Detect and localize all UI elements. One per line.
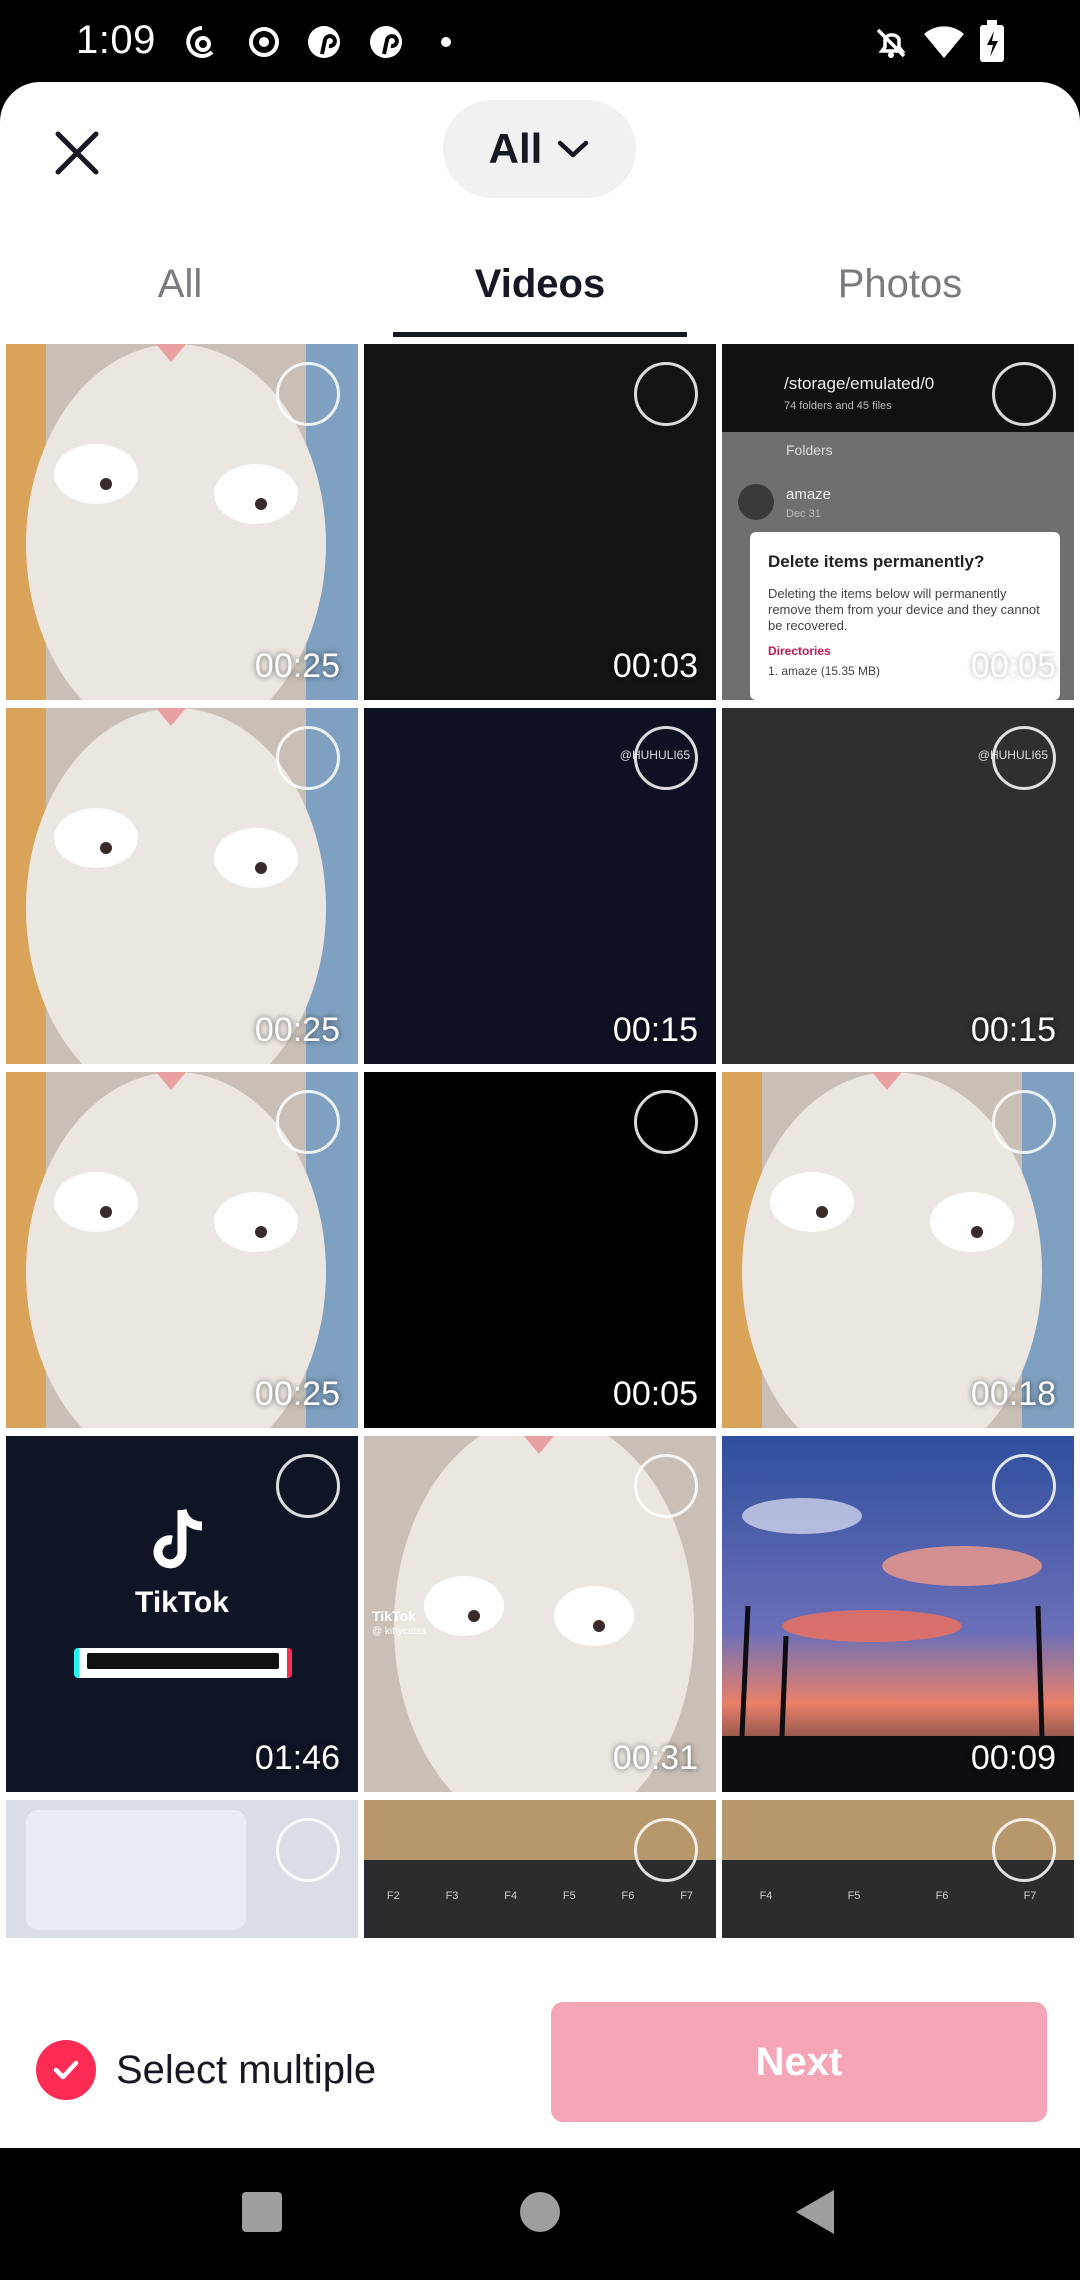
battery-charging-icon [980, 20, 1004, 62]
key-label: F6 [621, 1890, 635, 1902]
video-thumbnail[interactable]: 00:03 [364, 344, 716, 700]
dot-icon [441, 37, 451, 47]
select-circle[interactable] [276, 726, 340, 790]
video-thumbnail[interactable]: 00:09 [722, 1436, 1074, 1792]
video-duration: 00:15 [612, 1011, 698, 1049]
pinterest-icon [308, 26, 340, 58]
select-circle[interactable] [276, 1090, 340, 1154]
video-thumbnail[interactable]: @HUHULI65 00:15 [722, 708, 1074, 1064]
select-circle[interactable] [276, 362, 340, 426]
recents-icon[interactable] [240, 2190, 284, 2234]
key-label: F7 [1023, 1890, 1037, 1902]
video-thumbnail[interactable]: /storage/emulated/0 74 folders and 45 fi… [722, 344, 1074, 700]
check-icon [53, 2060, 79, 2080]
video-thumbnail[interactable]: 00:25 [6, 708, 358, 1064]
video-duration: 00:25 [254, 1011, 340, 1049]
select-multiple-label[interactable]: Select multiple [116, 2048, 376, 2093]
tab-all[interactable]: All [0, 232, 360, 336]
screenshot-dialog-body: Deleting the items below will permanentl… [768, 586, 1040, 633]
video-thumbnail[interactable]: TikTok @ kittycatss 00:31 [364, 1436, 716, 1792]
home-icon[interactable] [518, 2190, 562, 2234]
video-duration: 00:25 [254, 647, 340, 685]
key-label: F6 [935, 1890, 949, 1902]
select-circle[interactable] [992, 1818, 1056, 1882]
video-thumbnail[interactable]: TikTok 01:46 [6, 1436, 358, 1792]
bell-off-icon [876, 28, 906, 58]
video-duration: 00:03 [612, 647, 698, 685]
video-duration: 00:15 [970, 1011, 1056, 1049]
next-button[interactable]: Next [551, 2002, 1047, 2122]
video-duration: 00:31 [612, 1739, 698, 1777]
key-label: F4 [759, 1890, 773, 1902]
select-circle[interactable] [276, 1818, 340, 1882]
select-circle[interactable] [992, 362, 1056, 426]
record-icon [249, 27, 279, 57]
video-duration: 00:25 [254, 1375, 340, 1413]
video-duration: 00:09 [970, 1739, 1056, 1777]
key-label: F2 [386, 1890, 400, 1902]
screenshot-dialog-title: Delete items permanently? [768, 552, 985, 571]
screenshot-folder-name: amaze [786, 486, 832, 503]
pinterest-icon [370, 26, 402, 58]
select-circle[interactable] [634, 1454, 698, 1518]
video-duration: 00:05 [970, 647, 1056, 685]
active-tab-indicator [393, 332, 687, 337]
video-thumbnail[interactable]: F4 F5 F6 F7 [722, 1800, 1074, 1938]
select-circle[interactable] [634, 362, 698, 426]
video-thumbnail[interactable] [6, 1800, 358, 1938]
select-circle[interactable] [634, 1090, 698, 1154]
key-label: F5 [847, 1890, 861, 1902]
tab-videos[interactable]: Videos [360, 232, 720, 336]
key-label: F4 [504, 1890, 518, 1902]
status-bar: 1:09 [0, 0, 1080, 84]
tiktok-handle: @ kittycatss [372, 1626, 427, 1637]
chevron-down-icon [558, 140, 589, 158]
video-duration: 00:18 [970, 1375, 1056, 1413]
key-label: F7 [680, 1890, 694, 1902]
key-label: F3 [445, 1890, 459, 1902]
tab-photos[interactable]: Photos [720, 232, 1080, 336]
select-circle[interactable] [992, 1454, 1056, 1518]
threads-icon [186, 26, 214, 58]
video-duration: 01:46 [254, 1739, 340, 1777]
media-picker-sheet: All All Videos Photos 00:25 00:03 /stora… [0, 82, 1080, 2148]
video-thumbnail[interactable]: @HUHULI65 00:15 [364, 708, 716, 1064]
select-circle[interactable] [634, 726, 698, 790]
select-circle[interactable] [992, 1090, 1056, 1154]
video-thumbnail[interactable]: 00:18 [722, 1072, 1074, 1428]
video-thumbnail[interactable]: 00:25 [6, 1072, 358, 1428]
media-type-tabs: All Videos Photos [0, 232, 1080, 337]
status-time: 1:09 [76, 18, 156, 62]
key-label: F5 [562, 1890, 576, 1902]
back-icon[interactable] [794, 2188, 836, 2236]
album-selector-label: All [488, 125, 543, 172]
screenshot-folders: Folders [786, 442, 833, 458]
screenshot-count: 74 folders and 45 files [784, 400, 892, 412]
video-duration: 00:05 [612, 1375, 698, 1413]
screenshot-folder-date: Dec 31 [786, 508, 821, 520]
select-circle[interactable] [634, 1818, 698, 1882]
video-thumbnail[interactable]: F2 F3 F4 F5 F6 F7 [364, 1800, 716, 1938]
select-multiple-checkbox[interactable] [36, 2040, 96, 2100]
select-circle[interactable] [992, 726, 1056, 790]
screenshot-path: /storage/emulated/0 [784, 374, 935, 393]
album-selector[interactable]: All [443, 100, 636, 198]
system-nav-bar [0, 2148, 1080, 2280]
video-thumbnail[interactable]: 00:25 [6, 344, 358, 700]
tiktok-watermark: TikTok [372, 1608, 416, 1624]
tiktok-logo-icon [153, 1508, 203, 1569]
picker-footer: Select multiple Next [0, 1938, 1080, 2148]
close-icon[interactable] [46, 122, 108, 184]
wifi-icon [924, 26, 964, 58]
select-circle[interactable] [276, 1454, 340, 1518]
tiktok-wordmark: TikTok [135, 1586, 229, 1619]
video-grid: 00:25 00:03 /storage/emulated/0 74 folde… [0, 344, 1080, 1938]
video-thumbnail[interactable]: 00:05 [364, 1072, 716, 1428]
